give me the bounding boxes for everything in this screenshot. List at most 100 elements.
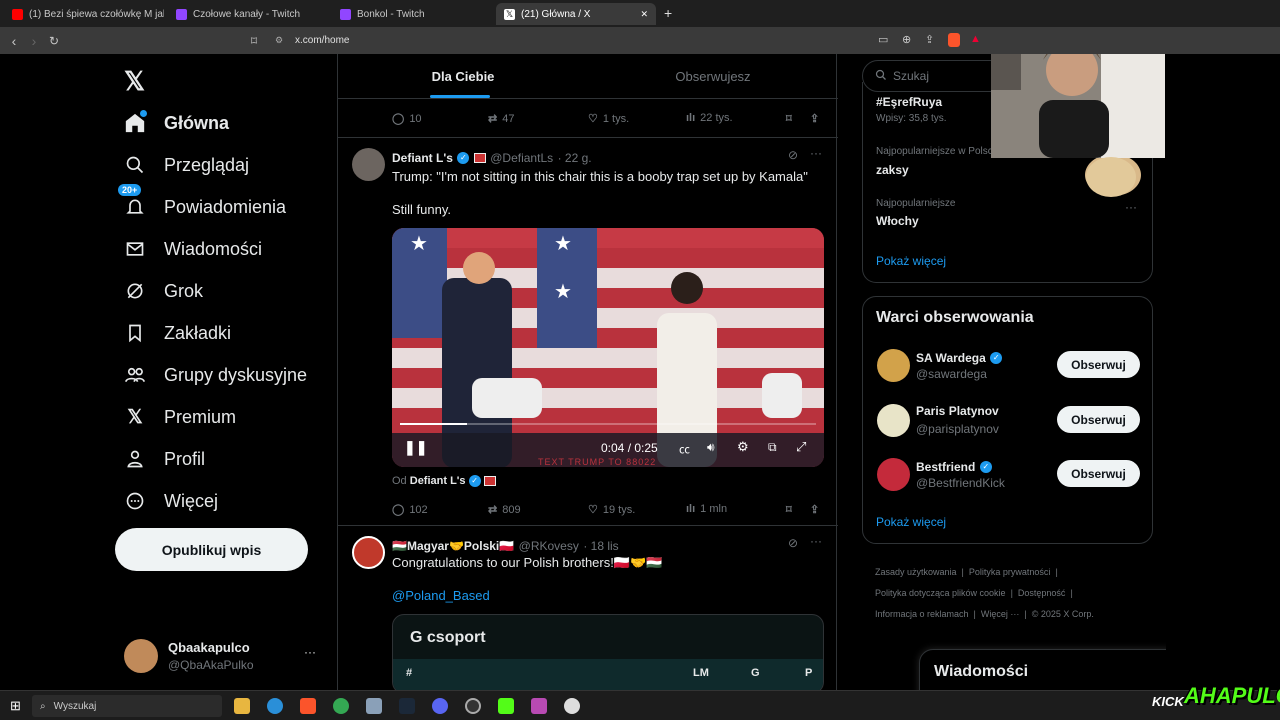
video-player[interactable]: ★ ★ ★ ❚❚ 0:04 / 0:25 ㏄ 🔊︎ ⚙ ⧉ ⤢ TEXT TRU… [392, 228, 824, 467]
footer-more-link[interactable]: Więcej ··· [981, 609, 1020, 619]
brave-shield-icon[interactable] [948, 33, 960, 47]
site-info-icon[interactable]: ⚙ [275, 35, 283, 46]
share-button[interactable]: ⇪ [810, 503, 819, 516]
sidebar-item-bookmarks[interactable]: Zakładki [124, 322, 231, 344]
tweet[interactable]: Defiant L's ✓ @DefiantLs · 22 g. ⊘ ··· T… [338, 138, 838, 525]
sidebar-item-explore[interactable]: Przeglądaj [124, 154, 249, 176]
source-name[interactable]: Defiant L's [410, 475, 466, 487]
picture-in-picture-icon[interactable]: ⧉ [768, 440, 777, 455]
more-icon[interactable]: ··· [1125, 200, 1137, 214]
taskbar-search[interactable]: ⌕ Wyszukaj [32, 695, 222, 717]
more-icon[interactable]: ··· [810, 146, 822, 160]
browser-tab-twitch-czolowe[interactable]: Czołowe kanały - Twitch [168, 3, 328, 25]
avatar[interactable] [877, 458, 910, 491]
sidebar-item-more[interactable]: Więcej [124, 490, 218, 512]
cast-icon[interactable]: ▭ [878, 33, 888, 46]
browser-tab-x-home[interactable]: 𝕏 (21) Główna / X ✕ [496, 3, 656, 25]
browser-tab-twitch-bonkol[interactable]: Bonkol - Twitch [332, 3, 492, 25]
tweet[interactable]: 🇭🇺Magyar🤝Polski🇵🇱 @RKovesy · 18 lis ⊘ ··… [338, 526, 838, 690]
close-tab-icon[interactable]: ✕ [640, 9, 648, 20]
edge-icon[interactable] [267, 698, 283, 714]
author-handle[interactable]: @RKovesy [519, 539, 579, 553]
footer-link[interactable]: Informacja o reklamach [875, 609, 969, 619]
grok-icon[interactable]: ⊘ [788, 536, 798, 550]
captions-icon[interactable]: ㏄ [679, 441, 690, 457]
sidebar-item-premium[interactable]: 𝕏 Premium [124, 406, 236, 428]
share-icon[interactable]: ⇪ [925, 33, 934, 46]
follow-button[interactable]: Obserwuj [1057, 351, 1140, 378]
back-icon[interactable]: ‹ [4, 33, 24, 49]
app-icon[interactable] [366, 698, 382, 714]
tab-for-you[interactable]: Dla Ciebie [338, 54, 588, 98]
steam-icon[interactable] [399, 698, 415, 714]
browser-tab-youtube[interactable]: (1) Bezi śpiewa czołówkę M jak miłość [4, 3, 164, 25]
trend-title[interactable]: Włochy [876, 214, 919, 228]
avatar[interactable] [877, 404, 910, 437]
views-button[interactable]: ılı 1 mln [686, 503, 727, 515]
chrome-icon[interactable] [333, 698, 349, 714]
bookmark-button[interactable]: ⌑ [786, 503, 792, 516]
retweet-button[interactable]: ⇄ 47 [488, 112, 514, 126]
x-logo-icon[interactable]: 𝕏 [124, 66, 145, 97]
obs-icon[interactable] [465, 698, 481, 714]
post-button[interactable]: Opublikuj wpis [115, 528, 308, 571]
footer-link[interactable]: Polityka prywatności [969, 567, 1051, 577]
brave-rewards-icon[interactable]: ▲ [970, 33, 981, 45]
reply-button[interactable]: ◯ 102 [392, 503, 428, 517]
trend-title[interactable]: #EşrefRuya [876, 95, 942, 109]
discord-icon[interactable] [432, 698, 448, 714]
forward-icon[interactable]: › [24, 33, 44, 49]
bookmark-page-icon[interactable]: ⌑ [244, 34, 264, 48]
sidebar-item-profile[interactable]: Profil [124, 448, 205, 470]
footer-link[interactable]: Dostępność [1018, 588, 1066, 598]
footer-link[interactable]: Polityka dotycząca plików cookie [875, 588, 1006, 598]
follow-button[interactable]: Obserwuj [1057, 460, 1140, 487]
sidebar-item-notifications[interactable]: 20+ Powiadomienia [118, 184, 286, 218]
new-tab-button[interactable]: + [664, 5, 672, 21]
share-button[interactable]: ⇪ [810, 112, 819, 125]
app-icon[interactable] [564, 698, 580, 714]
sidebar-item-home[interactable]: Główna [124, 110, 229, 134]
sidebar-item-grok[interactable]: Grok [124, 280, 203, 302]
like-button[interactable]: ♡ 19 tys. [588, 503, 635, 517]
account-name[interactable]: Paris Platynov [916, 404, 999, 418]
grok-icon[interactable]: ⊘ [788, 148, 798, 162]
reply-button[interactable]: ◯ 10 [392, 112, 422, 126]
show-more-link[interactable]: Pokaż więcej [876, 515, 946, 529]
file-explorer-icon[interactable] [234, 698, 250, 714]
author-name[interactable]: 🇭🇺Magyar🤝Polski🇵🇱 [392, 539, 514, 553]
standings-table-image[interactable]: G csoport # LM G P [392, 614, 824, 690]
trend-title[interactable]: zaksy [876, 163, 909, 177]
settings-icon[interactable]: ⚙ [737, 439, 749, 455]
author-name[interactable]: Defiant L's [392, 151, 453, 165]
reload-icon[interactable]: ↻ [44, 34, 64, 48]
avatar[interactable] [877, 349, 910, 382]
like-button[interactable]: ♡ 1 tys. [588, 112, 629, 126]
more-icon[interactable]: ··· [810, 534, 822, 548]
footer-link[interactable]: Zasady użytkowania [875, 567, 957, 577]
tab-following[interactable]: Obserwujesz [588, 54, 838, 98]
author-handle[interactable]: @DefiantLs [490, 151, 553, 165]
sidebar-item-messages[interactable]: Wiadomości [124, 238, 262, 260]
tweet-time[interactable]: · 22 g. [558, 151, 592, 165]
follow-button[interactable]: Obserwuj [1057, 406, 1140, 433]
retweet-button[interactable]: ⇄ 809 [488, 503, 521, 517]
app-icon[interactable] [531, 698, 547, 714]
account-name[interactable]: Bestfriend [916, 460, 975, 474]
windows-start-icon[interactable]: ⊞ [10, 698, 21, 714]
zoom-icon[interactable]: ⊕ [902, 33, 911, 46]
sidebar-item-communities[interactable]: Grupy dyskusyjne [124, 364, 307, 386]
tweet-time[interactable]: · 18 lis [583, 539, 618, 553]
account-switcher[interactable]: Qbaakapulco @QbaAkaPulko ··· [116, 629, 326, 679]
show-more-link[interactable]: Pokaż więcej [876, 254, 946, 268]
views-button[interactable]: ılı 22 tys. [686, 112, 733, 124]
mention-link[interactable]: @Poland_Based [392, 588, 490, 603]
pause-icon[interactable]: ❚❚ [404, 439, 427, 456]
brave-icon[interactable] [300, 698, 316, 714]
kick-icon[interactable] [498, 698, 514, 714]
more-icon[interactable]: ··· [304, 645, 316, 659]
bookmark-button[interactable]: ⌑ [786, 112, 792, 125]
account-name[interactable]: SA Wardega [916, 351, 986, 365]
fullscreen-icon[interactable]: ⤢ [796, 439, 806, 455]
volume-icon[interactable]: 🔊︎ [707, 440, 715, 455]
